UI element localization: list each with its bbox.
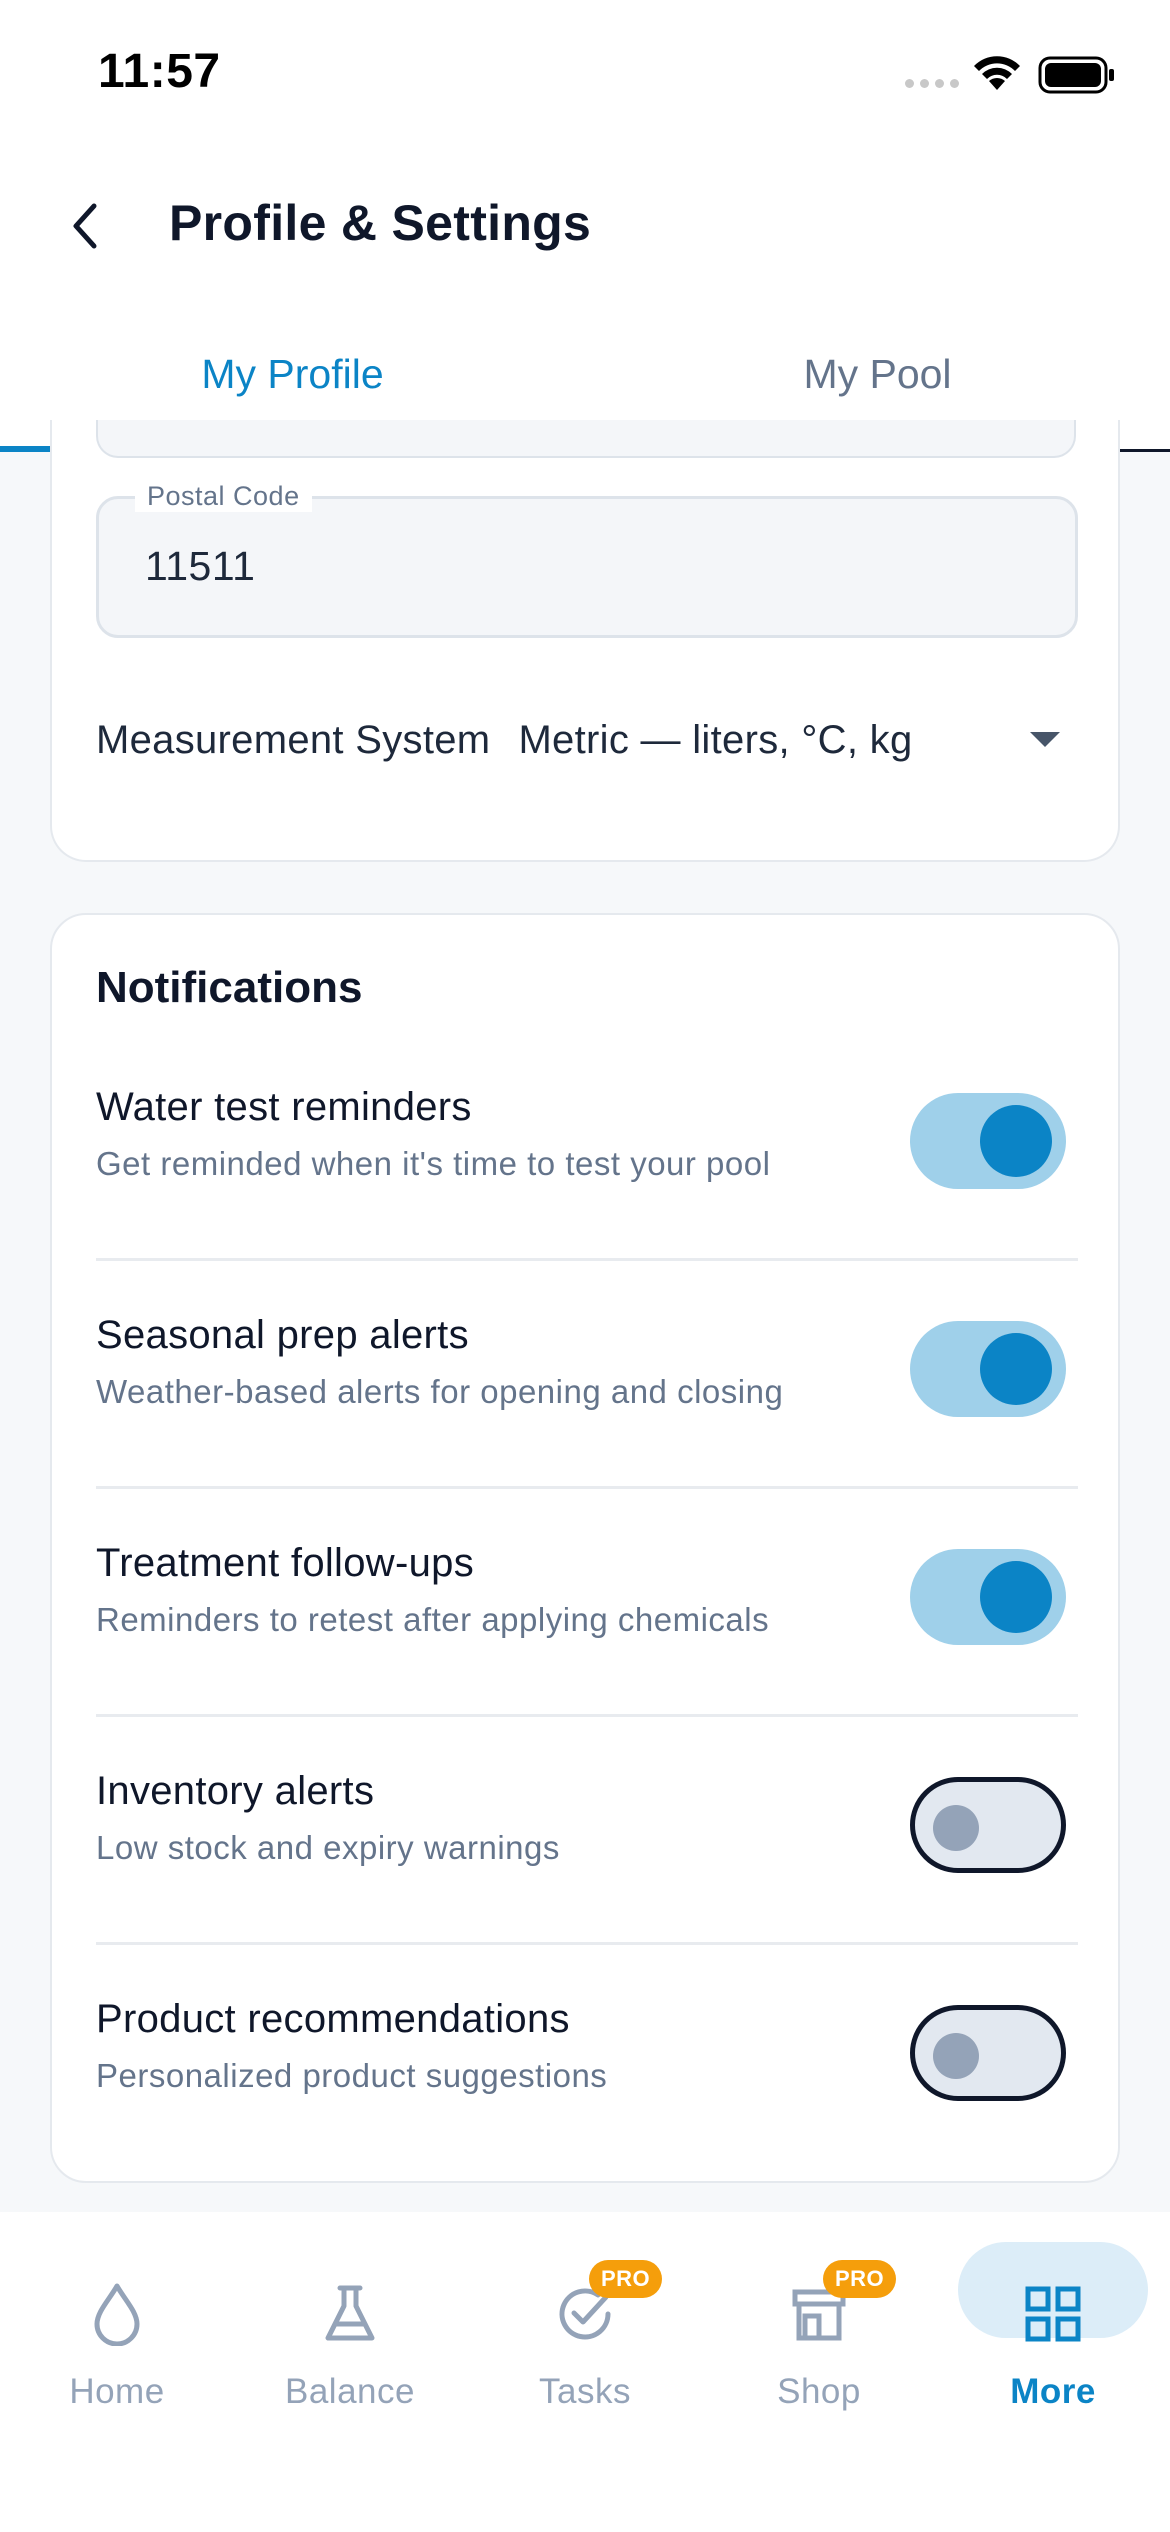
postal-code-value: 11511 (145, 543, 256, 589)
measurement-system-label: Measurement System (96, 717, 491, 762)
notifications-title: Notifications (96, 963, 363, 1012)
toggle-knob (933, 1805, 979, 1851)
cellular-signal-icon (905, 79, 959, 88)
nav-label: Shop (777, 2372, 861, 2411)
seasonal-prep-toggle[interactable] (910, 1321, 1066, 1417)
status-bar: 11:57 (0, 0, 1170, 150)
notification-description: Low stock and expiry warnings (96, 1829, 560, 1866)
notification-description: Get reminded when it's time to test your… (96, 1145, 771, 1182)
nav-item-tasks[interactable]: PRO Tasks (490, 2242, 680, 2442)
previous-field-edge (96, 420, 1076, 458)
droplet-icon (85, 2282, 149, 2346)
water-test-toggle[interactable] (910, 1093, 1066, 1189)
battery-icon (1038, 56, 1114, 94)
product-recommendations-toggle[interactable] (910, 2005, 1066, 2101)
profile-card: Postal Code 11511 Measurement System Met… (50, 420, 1120, 862)
toggle-knob (980, 1333, 1052, 1405)
grid-icon (1021, 2282, 1085, 2346)
nav-label: More (1010, 2372, 1096, 2411)
notification-item-inventory: Inventory alerts Low stock and expiry wa… (96, 1717, 1078, 1945)
notification-name: Treatment follow-ups (96, 1541, 474, 1585)
notification-item-seasonal-prep: Seasonal prep alerts Weather-based alert… (96, 1261, 1078, 1489)
bottom-nav: Home Balance PRO Tasks PRO Shop More (0, 2212, 1170, 2532)
notification-description: Weather-based alerts for opening and clo… (96, 1373, 784, 1410)
nav-label: Balance (285, 2372, 415, 2411)
notification-item-water-test: Water test reminders Get reminded when i… (96, 1033, 1078, 1261)
postal-code-label: Postal Code (135, 481, 312, 512)
treatment-followups-toggle[interactable] (910, 1549, 1066, 1645)
nav-item-home[interactable]: Home (22, 2242, 212, 2442)
toggle-knob (980, 1561, 1052, 1633)
flask-icon (318, 2282, 382, 2346)
notification-name: Inventory alerts (96, 1769, 375, 1813)
notification-description: Reminders to retest after applying chemi… (96, 1601, 770, 1638)
chevron-left-icon (73, 203, 97, 249)
page-title: Profile & Settings (169, 195, 592, 251)
nav-label: Tasks (539, 2372, 631, 2411)
status-time: 11:57 (98, 45, 221, 98)
nav-item-shop[interactable]: PRO Shop (724, 2242, 914, 2442)
nav-item-more[interactable]: More (958, 2242, 1148, 2442)
notification-name: Water test reminders (96, 1085, 472, 1129)
toggle-knob (980, 1105, 1052, 1177)
toggle-knob (933, 2033, 979, 2079)
screen: 11:57 Profile & Settings My Profile My P… (0, 0, 1170, 2532)
pro-badge: PRO (589, 2260, 663, 2298)
wifi-icon (974, 56, 1020, 90)
store-icon: PRO (787, 2260, 897, 2346)
header: Profile & Settings (0, 150, 1170, 300)
caret-down-icon (1030, 732, 1060, 747)
notification-name: Product recommendations (96, 1997, 570, 2041)
pro-badge: PRO (823, 2260, 897, 2298)
notifications-card: Notifications Water test reminders Get r… (50, 913, 1120, 2183)
notification-description: Personalized product suggestions (96, 2057, 608, 2094)
inventory-alerts-toggle[interactable] (910, 1777, 1066, 1873)
notification-item-product-recommendations: Product recommendations Personalized pro… (96, 1945, 1078, 2173)
notification-item-treatment-followups: Treatment follow-ups Reminders to retest… (96, 1489, 1078, 1717)
measurement-system-value: Metric — liters, °C, kg (518, 717, 913, 762)
postal-code-field[interactable]: Postal Code 11511 (96, 481, 1078, 638)
nav-item-balance[interactable]: Balance (255, 2242, 445, 2442)
notification-name: Seasonal prep alerts (96, 1313, 469, 1357)
check-circle-icon: PRO (553, 2260, 663, 2346)
back-button[interactable] (56, 196, 116, 256)
nav-label: Home (69, 2372, 165, 2411)
measurement-system-select[interactable]: Measurement System Metric — liters, °C, … (96, 710, 1078, 770)
